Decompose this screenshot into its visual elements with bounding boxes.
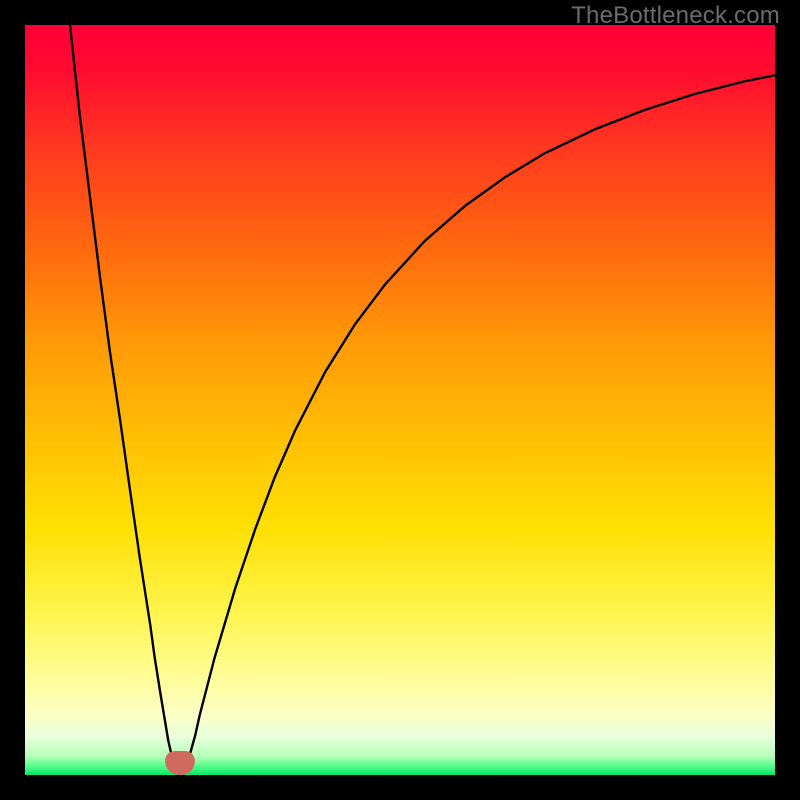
curve-right-path <box>185 75 775 772</box>
bottleneck-curve <box>25 25 775 775</box>
plot-area <box>25 25 775 775</box>
chart-frame: TheBottleneck.com <box>0 0 800 800</box>
curve-left-path <box>70 25 175 772</box>
watermark-text: TheBottleneck.com <box>571 2 780 30</box>
